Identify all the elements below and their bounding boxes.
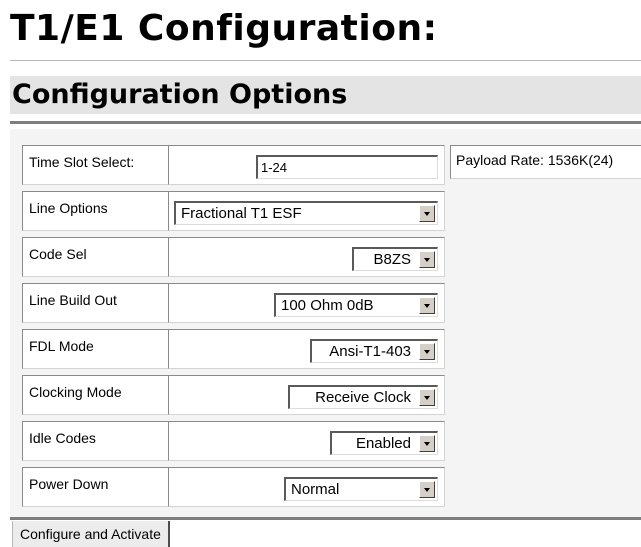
fdl-mode-label-cell: FDL Mode: [22, 329, 169, 369]
page-title: T1/E1 Configuration:: [10, 8, 438, 49]
line-build-out-select[interactable]: 100 Ohm 0dB: [274, 293, 438, 317]
payload-rate-text: Payload Rate: 1536K(24): [456, 152, 614, 168]
fdl-mode-label: FDL Mode: [29, 338, 94, 354]
fdl-mode-select[interactable]: Ansi-T1-403: [310, 339, 438, 363]
fdl-mode-selected: Ansi-T1-403: [329, 343, 411, 360]
configuration-form: Time Slot Select: 1-24 Payload Rate: 153…: [10, 129, 641, 519]
idle-codes-label-cell: Idle Codes: [22, 421, 169, 461]
time-slot-label: Time Slot Select:: [29, 154, 135, 170]
line-build-out-label-cell: Line Build Out: [22, 283, 169, 323]
idle-codes-label: Idle Codes: [29, 430, 96, 446]
chevron-down-icon[interactable]: [419, 205, 435, 222]
code-sel-select[interactable]: B8ZS: [352, 247, 438, 271]
code-sel-label: Code Sel: [29, 246, 87, 262]
title-divider: [10, 60, 641, 61]
code-sel-selected: B8ZS: [373, 251, 411, 268]
line-options-label: Line Options: [29, 200, 108, 216]
line-options-select[interactable]: Fractional T1 ESF: [174, 201, 438, 225]
configure-activate-button[interactable]: Configure and Activate: [12, 521, 170, 547]
power-down-label: Power Down: [29, 476, 109, 492]
code-sel-label-cell: Code Sel: [22, 237, 169, 277]
power-down-selected: Normal: [291, 481, 340, 498]
line-build-out-value-cell: 100 Ohm 0dB: [168, 283, 445, 323]
power-down-value-cell: Normal: [168, 467, 445, 507]
form-bottom-divider: [10, 517, 641, 520]
line-build-out-selected: 100 Ohm 0dB: [281, 297, 374, 314]
time-slot-label-cell: Time Slot Select:: [22, 145, 169, 185]
power-down-label-cell: Power Down: [22, 467, 169, 507]
idle-codes-selected: Enabled: [355, 435, 411, 452]
clocking-mode-label-cell: Clocking Mode: [22, 375, 169, 415]
power-down-select[interactable]: Normal: [284, 477, 438, 501]
clocking-mode-label: Clocking Mode: [29, 384, 122, 400]
payload-rate-cell: Payload Rate: 1536K(24): [450, 145, 641, 179]
line-build-out-label: Line Build Out: [29, 292, 117, 308]
line-options-selected: Fractional T1 ESF: [181, 205, 302, 222]
time-slot-input[interactable]: 1-24: [256, 155, 438, 179]
idle-codes-value-cell: Enabled: [168, 421, 445, 461]
clocking-mode-select[interactable]: Receive Clock: [288, 385, 438, 409]
section-divider: [10, 121, 641, 124]
fdl-mode-value-cell: Ansi-T1-403: [168, 329, 445, 369]
line-options-label-cell: Line Options: [22, 191, 169, 231]
chevron-down-icon[interactable]: [419, 297, 435, 314]
chevron-down-icon[interactable]: [419, 435, 435, 452]
section-title: Configuration Options: [12, 79, 348, 110]
chevron-down-icon[interactable]: [419, 343, 435, 360]
clocking-mode-selected: Receive Clock: [315, 389, 411, 406]
line-options-value-cell: Fractional T1 ESF: [168, 191, 445, 231]
time-slot-value-cell: 1-24: [168, 145, 445, 185]
chevron-down-icon[interactable]: [419, 389, 435, 406]
chevron-down-icon[interactable]: [419, 481, 435, 498]
clocking-mode-value-cell: Receive Clock: [168, 375, 445, 415]
code-sel-value-cell: B8ZS: [168, 237, 445, 277]
chevron-down-icon[interactable]: [419, 251, 435, 268]
idle-codes-select[interactable]: Enabled: [330, 431, 438, 455]
